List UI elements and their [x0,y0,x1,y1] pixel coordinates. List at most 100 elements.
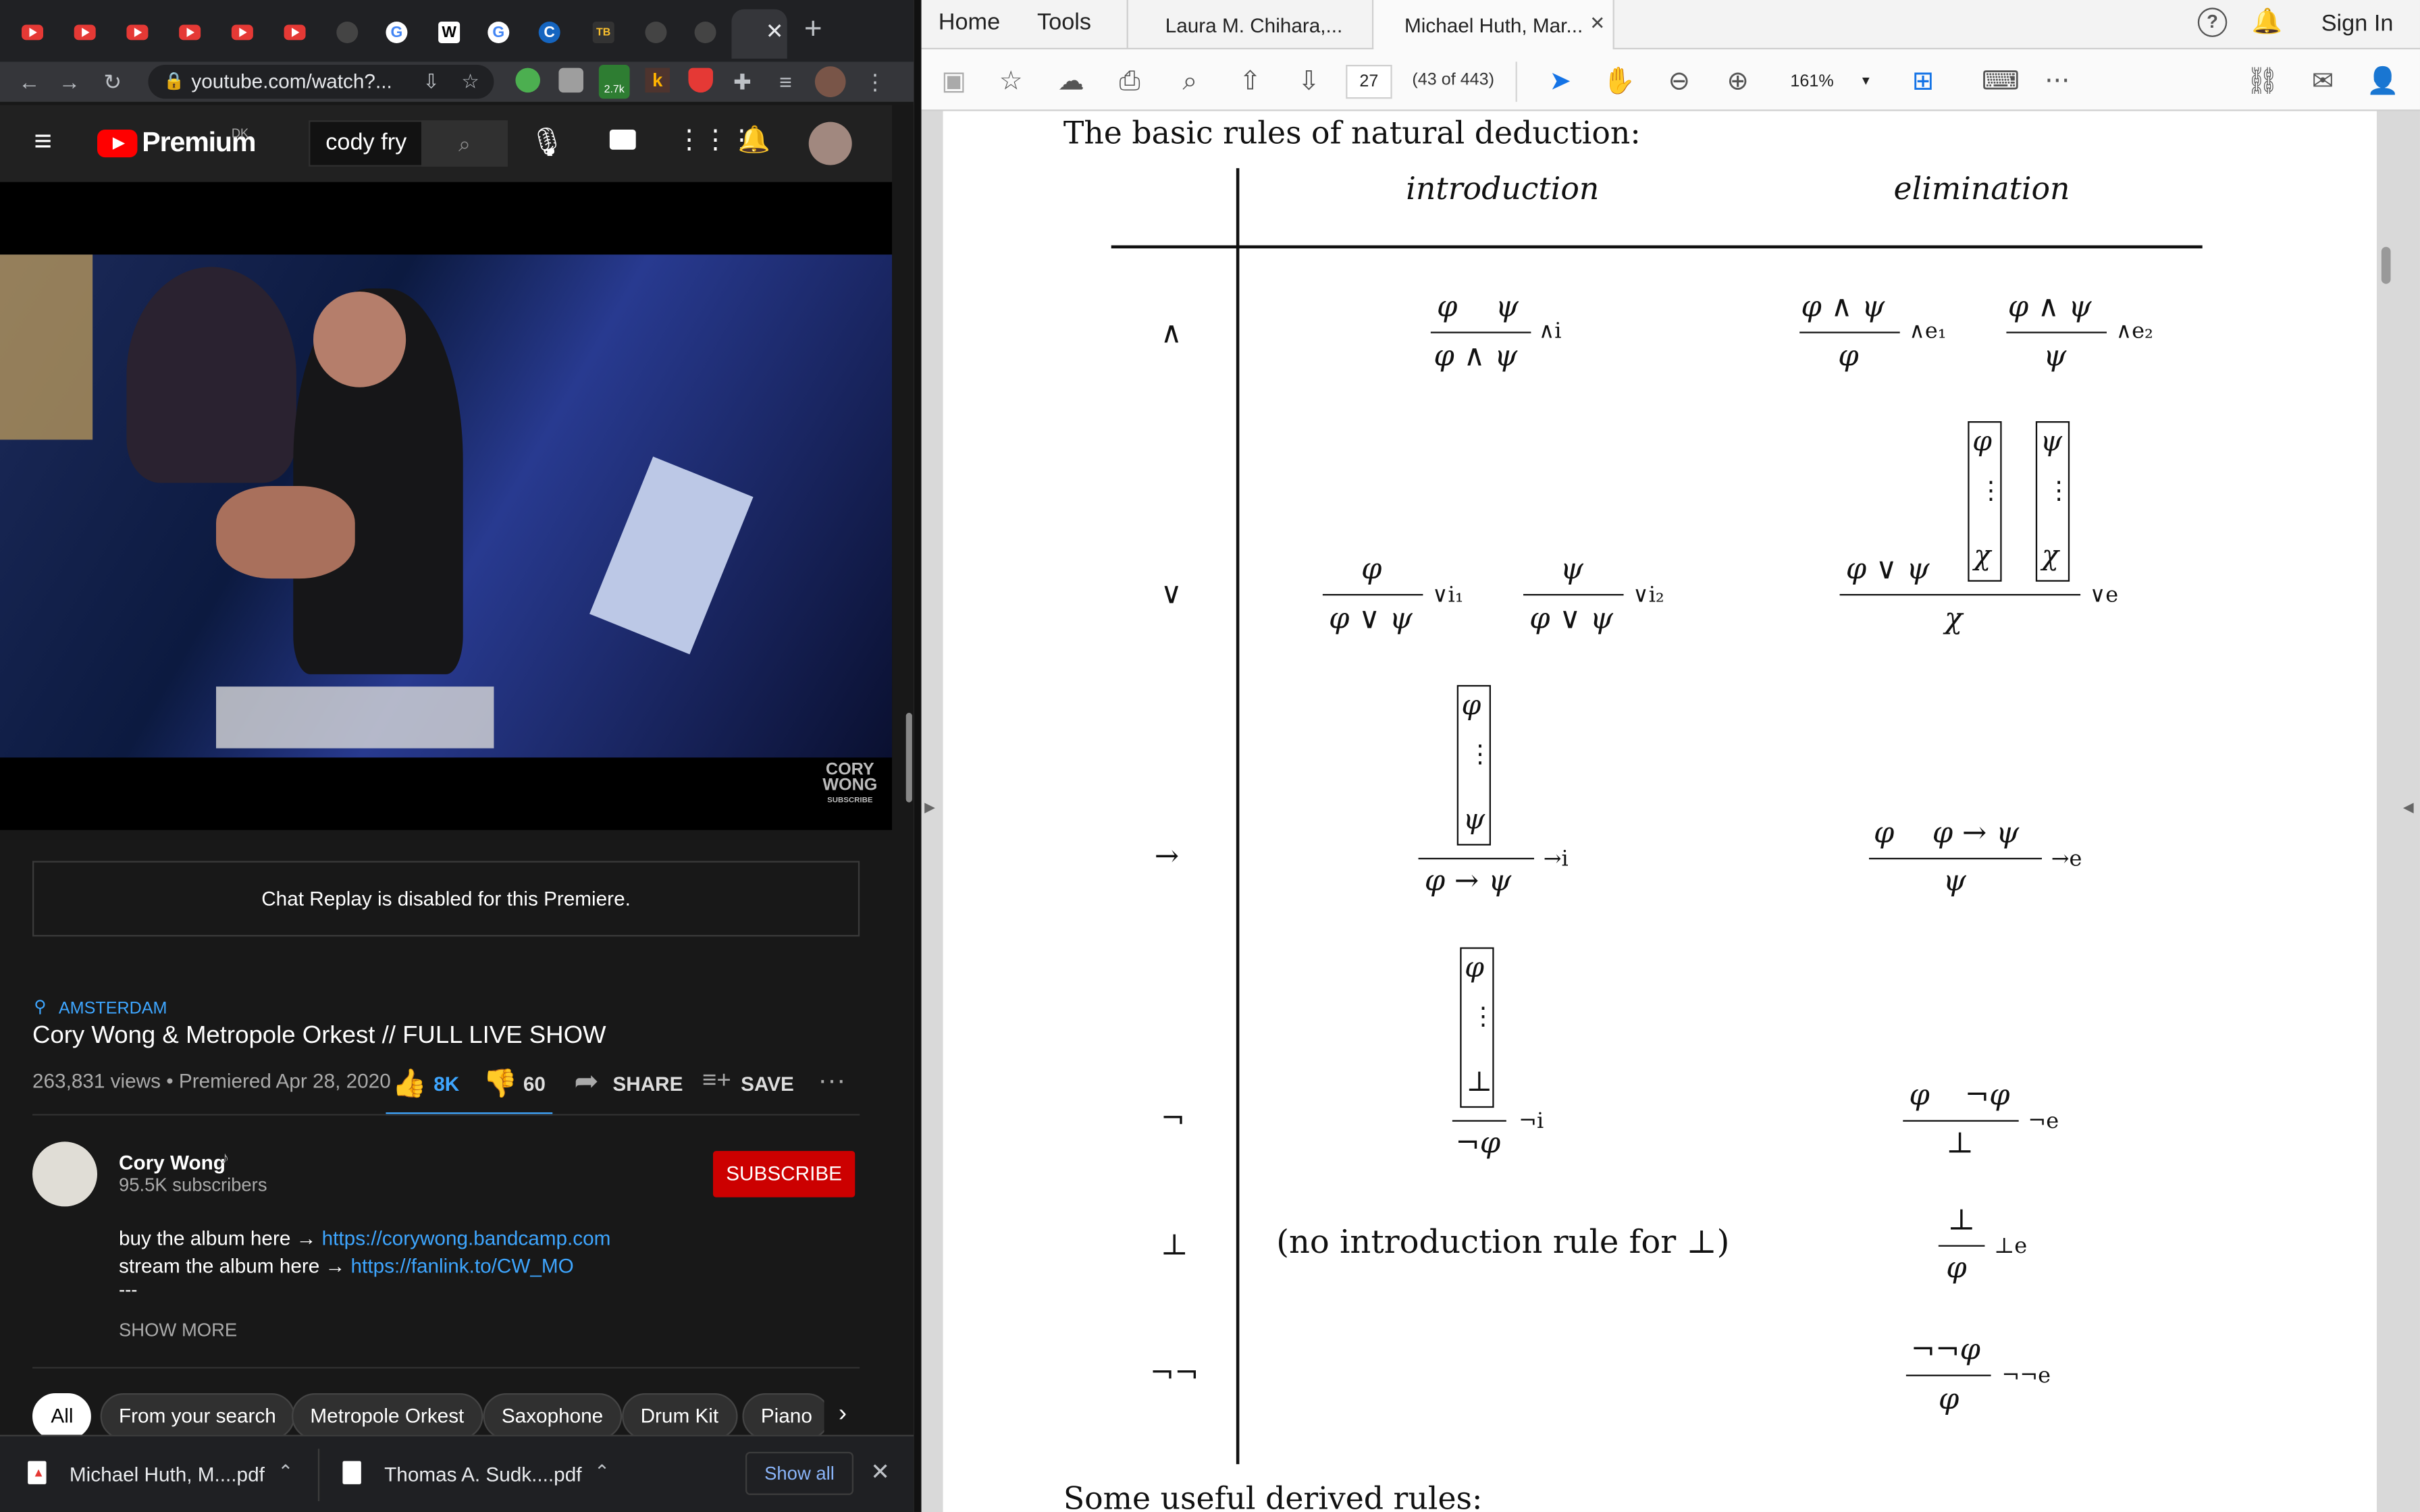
extension-green-icon[interactable] [515,68,540,93]
previous-page-icon[interactable]: ⇧ [1233,65,1267,99]
zoom-level-select[interactable]: 161% ▼ [1775,65,1877,99]
window-divider[interactable] [914,0,922,1512]
tab-active[interactable]: ✕ [731,9,787,59]
search-input[interactable]: cody fry [325,130,406,156]
help-icon[interactable]: ? [2197,7,2228,37]
tab-doc[interactable]: TB [583,14,623,51]
tab-c[interactable]: C [529,14,569,51]
media-control-icon[interactable]: ≡ [772,68,799,96]
extensions-puzzle-icon[interactable]: ✚ [729,68,756,96]
chevron-up-icon[interactable]: ⌃ [278,1461,293,1483]
channel-name[interactable]: Cory Wong [119,1151,226,1174]
notification-bell-icon[interactable]: 🔔 [2252,6,2283,37]
like-button[interactable]: 👍 [392,1068,427,1100]
bookmark-star-icon[interactable]: ☆ [461,65,479,99]
zoom-in-icon[interactable]: ⊕ [1721,65,1755,99]
more-tools-icon[interactable]: ··· [2041,65,2074,99]
upload-cloud-icon[interactable]: ☁ [1054,65,1088,99]
left-panel-toggle-icon[interactable]: ▶ [924,799,935,816]
close-tab-icon[interactable]: ✕ [766,18,784,45]
install-icon[interactable]: ⇩ [423,65,440,99]
tab-youtube-6[interactable] [275,14,315,51]
back-icon[interactable]: ← [16,68,43,96]
chips-next-arrow-icon[interactable]: › [824,1388,862,1441]
new-tab-button[interactable]: + [804,12,822,48]
save-icon[interactable]: ▣ [937,65,970,99]
save-button[interactable]: SAVE [741,1073,794,1096]
tab-google-1[interactable]: G [377,14,417,51]
reload-icon[interactable]: ↻ [99,68,126,96]
extension-badge[interactable]: 2.7k [598,64,630,99]
next-page-icon[interactable]: ⇩ [1292,65,1325,99]
share-icon[interactable]: ➦ [574,1064,598,1100]
chip-saxophone[interactable]: Saxophone [483,1393,622,1440]
right-panel-toggle-icon[interactable]: ◀ [2403,799,2414,816]
show-all-downloads-button[interactable]: Show all [745,1451,853,1495]
tab-google-2[interactable]: G [479,14,519,51]
account-avatar[interactable] [808,122,852,165]
tab-youtube-4[interactable] [169,14,209,51]
extension-k-icon[interactable]: k [645,68,670,93]
bandcamp-link[interactable]: https://corywong.bandcamp.com [322,1226,611,1249]
home-tab[interactable]: Home [939,9,1000,36]
search-icon[interactable]: ⌕ [421,120,508,167]
zoom-out-icon[interactable]: ⊖ [1662,65,1696,99]
zoom-out-search-icon[interactable]: ⌕ [1173,65,1207,99]
share-button[interactable]: SHARE [612,1073,683,1096]
tab-blank-1[interactable] [327,14,367,51]
hand-tool-icon[interactable]: ✋ [1602,65,1636,99]
page-number-input[interactable]: 27 [1346,64,1392,99]
show-more-button[interactable]: SHOW MORE [119,1319,237,1341]
dislike-button[interactable]: 👎 [483,1068,517,1100]
sign-in-button[interactable]: Sign In [2321,11,2394,37]
download-item-1[interactable]: Michael Huth, M....pdf [70,1463,265,1486]
tab-wikipedia[interactable]: W [429,14,469,51]
pdf-scrollbar-thumb[interactable] [2381,246,2391,284]
hamburger-menu-icon[interactable]: ≡ [34,126,52,157]
subscribe-button[interactable]: SUBSCRIBE [712,1151,856,1197]
doc-tab-chihara[interactable]: Laura M. Chihara,... [1126,0,1374,50]
notifications-bell-icon[interactable]: 🔔 [738,125,770,156]
print-icon[interactable]: ⎙ [1113,65,1147,99]
chip-piano[interactable]: Piano [742,1393,831,1440]
tab-youtube-2[interactable] [65,14,105,51]
close-tab-icon[interactable]: ✕ [1589,12,1605,34]
star-icon[interactable]: ☆ [994,65,1028,99]
extension-grey-icon[interactable] [558,68,583,93]
chip-from-search[interactable]: From your search [100,1393,295,1440]
chip-metropole[interactable]: Metropole Orkest [291,1393,483,1440]
tab-blank-3[interactable] [685,14,725,51]
tab-youtube-5[interactable] [222,14,262,51]
save-playlist-icon[interactable]: ≡+ [702,1068,731,1096]
page-fit-icon[interactable]: ⊞ [1906,65,1940,99]
video-frame[interactable] [0,254,893,758]
microphone-icon[interactable]: 🎙 [529,126,564,159]
forward-icon[interactable]: → [55,68,83,96]
chevron-up-icon[interactable]: ⌃ [594,1461,610,1483]
doc-tab-huth[interactable]: Michael Huth, Mar... ✕ [1373,0,1614,51]
fanlink-link[interactable]: https://fanlink.to/CW_MO [351,1254,574,1277]
keyboard-tool-icon[interactable]: ⌨ [1982,65,2020,99]
chip-drum-kit[interactable]: Drum Kit [622,1393,737,1440]
close-downloads-icon[interactable]: ✕ [870,1458,890,1486]
page-scrollbar[interactable] [892,105,914,1512]
scrollbar-thumb[interactable] [905,712,912,803]
address-bar[interactable]: 🔒 youtube.com/watch?... ⇩ ☆ [148,64,494,99]
channel-avatar[interactable] [32,1141,97,1207]
tab-blank-2[interactable] [636,14,676,51]
menu-kebab-icon[interactable]: ⋮ [861,68,889,96]
chip-all[interactable]: All [32,1393,92,1440]
add-user-icon[interactable]: 👤 [2366,65,2400,99]
tools-tab[interactable]: Tools [1037,9,1091,36]
download-item-2[interactable]: Thomas A. Sudk....pdf [384,1463,581,1486]
more-actions-icon[interactable]: ··· [818,1064,845,1097]
email-icon[interactable]: ✉ [2306,65,2340,99]
select-cursor-icon[interactable]: ➤ [1544,65,1577,99]
shield-extension-icon[interactable] [688,68,713,93]
tab-youtube-3[interactable] [117,14,157,51]
channel-watermark[interactable]: CORY WONG SUBSCRIBE [822,761,877,809]
search-box[interactable]: cody fry ⌕ [309,120,508,167]
profile-avatar[interactable] [814,66,846,97]
create-video-icon[interactable] [609,129,636,150]
location-tag[interactable]: AMSTERDAM [59,1000,167,1018]
